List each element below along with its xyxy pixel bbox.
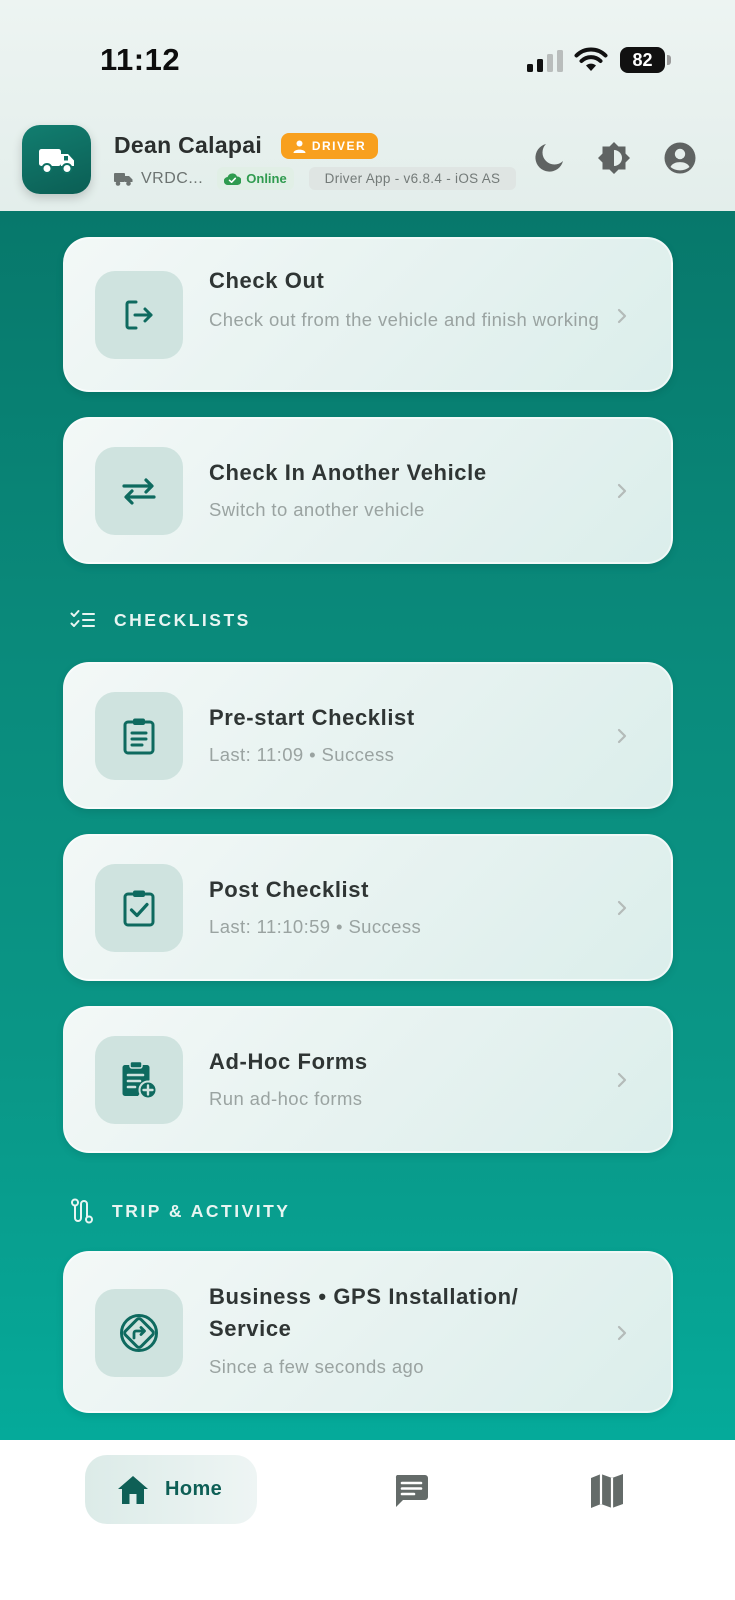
online-status-label: Online bbox=[246, 171, 287, 186]
pre-start-checklist-subtitle: Last: 11:09 • Success bbox=[209, 744, 395, 765]
small-truck-icon bbox=[114, 173, 133, 186]
chevron-right-icon bbox=[617, 483, 627, 499]
ad-hoc-forms-icon-box bbox=[95, 1036, 183, 1124]
battery-level: 82 bbox=[620, 47, 665, 73]
clipboard-add-icon bbox=[122, 1060, 158, 1100]
online-status-badge: Online bbox=[217, 167, 294, 190]
home-icon bbox=[118, 1475, 148, 1504]
status-time: 11:12 bbox=[100, 42, 181, 77]
battery-indicator: 82 bbox=[620, 47, 671, 73]
current-trip-title: Business • GPS Installation/ Service bbox=[209, 1284, 519, 1341]
check-in-another-vehicle-title: Check In Another Vehicle bbox=[209, 460, 487, 485]
check-out-card[interactable]: Check Out Check out from the vehicle and… bbox=[63, 237, 673, 392]
message-icon[interactable] bbox=[393, 1473, 429, 1509]
pre-start-icon-box bbox=[95, 692, 183, 780]
vehicle-info: VRDC... bbox=[114, 167, 203, 191]
clipboard-list-icon bbox=[123, 718, 155, 755]
driver-name: Dean Calapai bbox=[114, 132, 263, 158]
status-bar: 11:12 82 bbox=[0, 0, 735, 110]
vehicle-code: VRDC... bbox=[141, 170, 204, 187]
ad-hoc-forms-card[interactable]: Ad-Hoc Forms Run ad-hoc forms bbox=[63, 1006, 673, 1153]
truck-icon bbox=[38, 148, 74, 174]
moon-icon[interactable] bbox=[532, 141, 566, 175]
current-trip-card[interactable]: Business • GPS Installation/ Service Sin… bbox=[63, 1251, 673, 1413]
checklists-section-header: CHECKLISTS bbox=[70, 605, 251, 635]
post-checklist-title: Post Checklist bbox=[209, 877, 370, 902]
role-badge: DRIVER bbox=[281, 133, 378, 159]
driver-app-home-screen: 11:12 82 Dean Calapai DRIVER VRDC... Onl… bbox=[0, 0, 735, 1600]
pre-start-checklist-title: Pre-start Checklist bbox=[209, 705, 415, 730]
trip-activity-section-header: TRIP & ACTIVITY bbox=[70, 1196, 290, 1226]
logout-icon bbox=[125, 300, 153, 330]
nav-home-label: Home bbox=[165, 1478, 223, 1500]
chevron-right-icon bbox=[617, 1072, 627, 1088]
post-checklist-icon-box bbox=[95, 864, 183, 952]
cellular-signal-icon bbox=[527, 50, 563, 72]
account-icon[interactable] bbox=[663, 141, 697, 175]
brightness-icon[interactable] bbox=[597, 141, 631, 175]
app-version-label: Driver App - v6.8.4 - iOS AS bbox=[309, 167, 516, 190]
chevron-right-icon bbox=[617, 1325, 627, 1341]
post-checklist-subtitle: Last: 11:10:59 • Success bbox=[209, 916, 422, 937]
chevron-right-icon bbox=[617, 308, 627, 324]
app-logo bbox=[22, 125, 91, 194]
pre-start-checklist-card[interactable]: Pre-start Checklist Last: 11:09 • Succes… bbox=[63, 662, 673, 809]
check-out-title: Check Out bbox=[209, 268, 325, 293]
ad-hoc-forms-subtitle: Run ad-hoc forms bbox=[209, 1088, 363, 1109]
person-icon bbox=[293, 140, 306, 153]
route-icon bbox=[71, 1198, 93, 1224]
bottom-navigation: Home bbox=[0, 1440, 735, 1600]
trip-activity-section-label: TRIP & ACTIVITY bbox=[112, 1200, 291, 1221]
checklists-section-label: CHECKLISTS bbox=[114, 609, 251, 630]
trip-icon-box bbox=[95, 1289, 183, 1377]
switch-vehicle-icon-box bbox=[95, 447, 183, 535]
main-content: Check Out Check out from the vehicle and… bbox=[0, 211, 735, 1440]
ad-hoc-forms-title: Ad-Hoc Forms bbox=[209, 1049, 368, 1074]
battery-cap bbox=[667, 55, 671, 65]
map-icon[interactable] bbox=[590, 1473, 624, 1509]
nav-home-tab[interactable]: Home bbox=[85, 1455, 257, 1524]
cloud-check-icon bbox=[224, 172, 242, 185]
swap-icon bbox=[122, 478, 156, 505]
role-badge-label: DRIVER bbox=[311, 139, 367, 153]
check-in-another-vehicle-card[interactable]: Check In Another Vehicle Switch to anoth… bbox=[63, 417, 673, 564]
check-out-icon-box bbox=[95, 271, 183, 359]
current-trip-subtitle: Since a few seconds ago bbox=[209, 1356, 424, 1377]
check-out-subtitle: Check out from the vehicle and finish wo… bbox=[209, 309, 600, 330]
directions-icon bbox=[120, 1314, 158, 1352]
chevron-right-icon bbox=[617, 900, 627, 916]
chevron-right-icon bbox=[617, 728, 627, 744]
app-header: 11:12 82 Dean Calapai DRIVER VRDC... Onl… bbox=[0, 0, 735, 211]
post-checklist-card[interactable]: Post Checklist Last: 11:10:59 • Success bbox=[63, 834, 673, 981]
check-in-another-vehicle-subtitle: Switch to another vehicle bbox=[209, 499, 425, 520]
clipboard-check-icon bbox=[123, 890, 155, 927]
wifi-icon bbox=[574, 47, 608, 71]
checklist-icon bbox=[70, 610, 95, 627]
